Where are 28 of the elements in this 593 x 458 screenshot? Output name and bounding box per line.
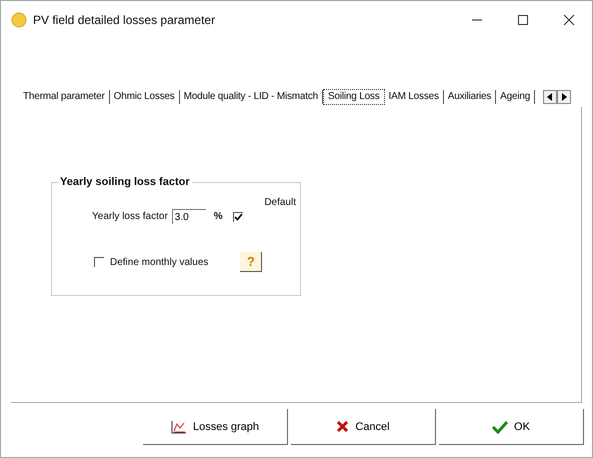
check-icon [492,420,508,434]
app-icon [11,12,27,28]
close-icon [563,14,575,26]
tab[interactable]: Thermal parameter [19,90,110,104]
chart-icon [170,420,187,434]
group-title: Yearly soiling loss factor [58,176,192,188]
tab[interactable]: Soiling Loss [323,89,385,105]
tab[interactable]: Ohmic Losses [110,90,180,104]
tab[interactable]: Ageing [496,90,536,104]
graph-button[interactable]: Losses graph [143,409,288,445]
tab[interactable]: IAM Losses [384,90,444,104]
monthly-label: Define monthly values [110,256,208,268]
default-label: Default [264,197,296,209]
field-label: Yearly loss factor [92,211,168,222]
ok-button[interactable]: OK [439,409,584,445]
unit-label: % [214,211,223,222]
maximize-icon [517,14,529,26]
cross-icon [336,420,350,433]
loss-factor-input[interactable]: 3.0 [172,209,206,224]
cancel-button[interactable]: Cancel [291,409,436,445]
monthly-checkbox[interactable] [94,257,104,267]
default-checkbox[interactable] [232,212,243,222]
scroll-right-button[interactable] [557,90,572,104]
window-title: PV field detailed losses parameter [33,13,216,27]
left-arrow-icon [547,93,554,101]
right-arrow-icon [561,93,568,101]
tab[interactable]: Auxiliaries [444,90,496,104]
scroll-left-button[interactable] [543,90,558,104]
